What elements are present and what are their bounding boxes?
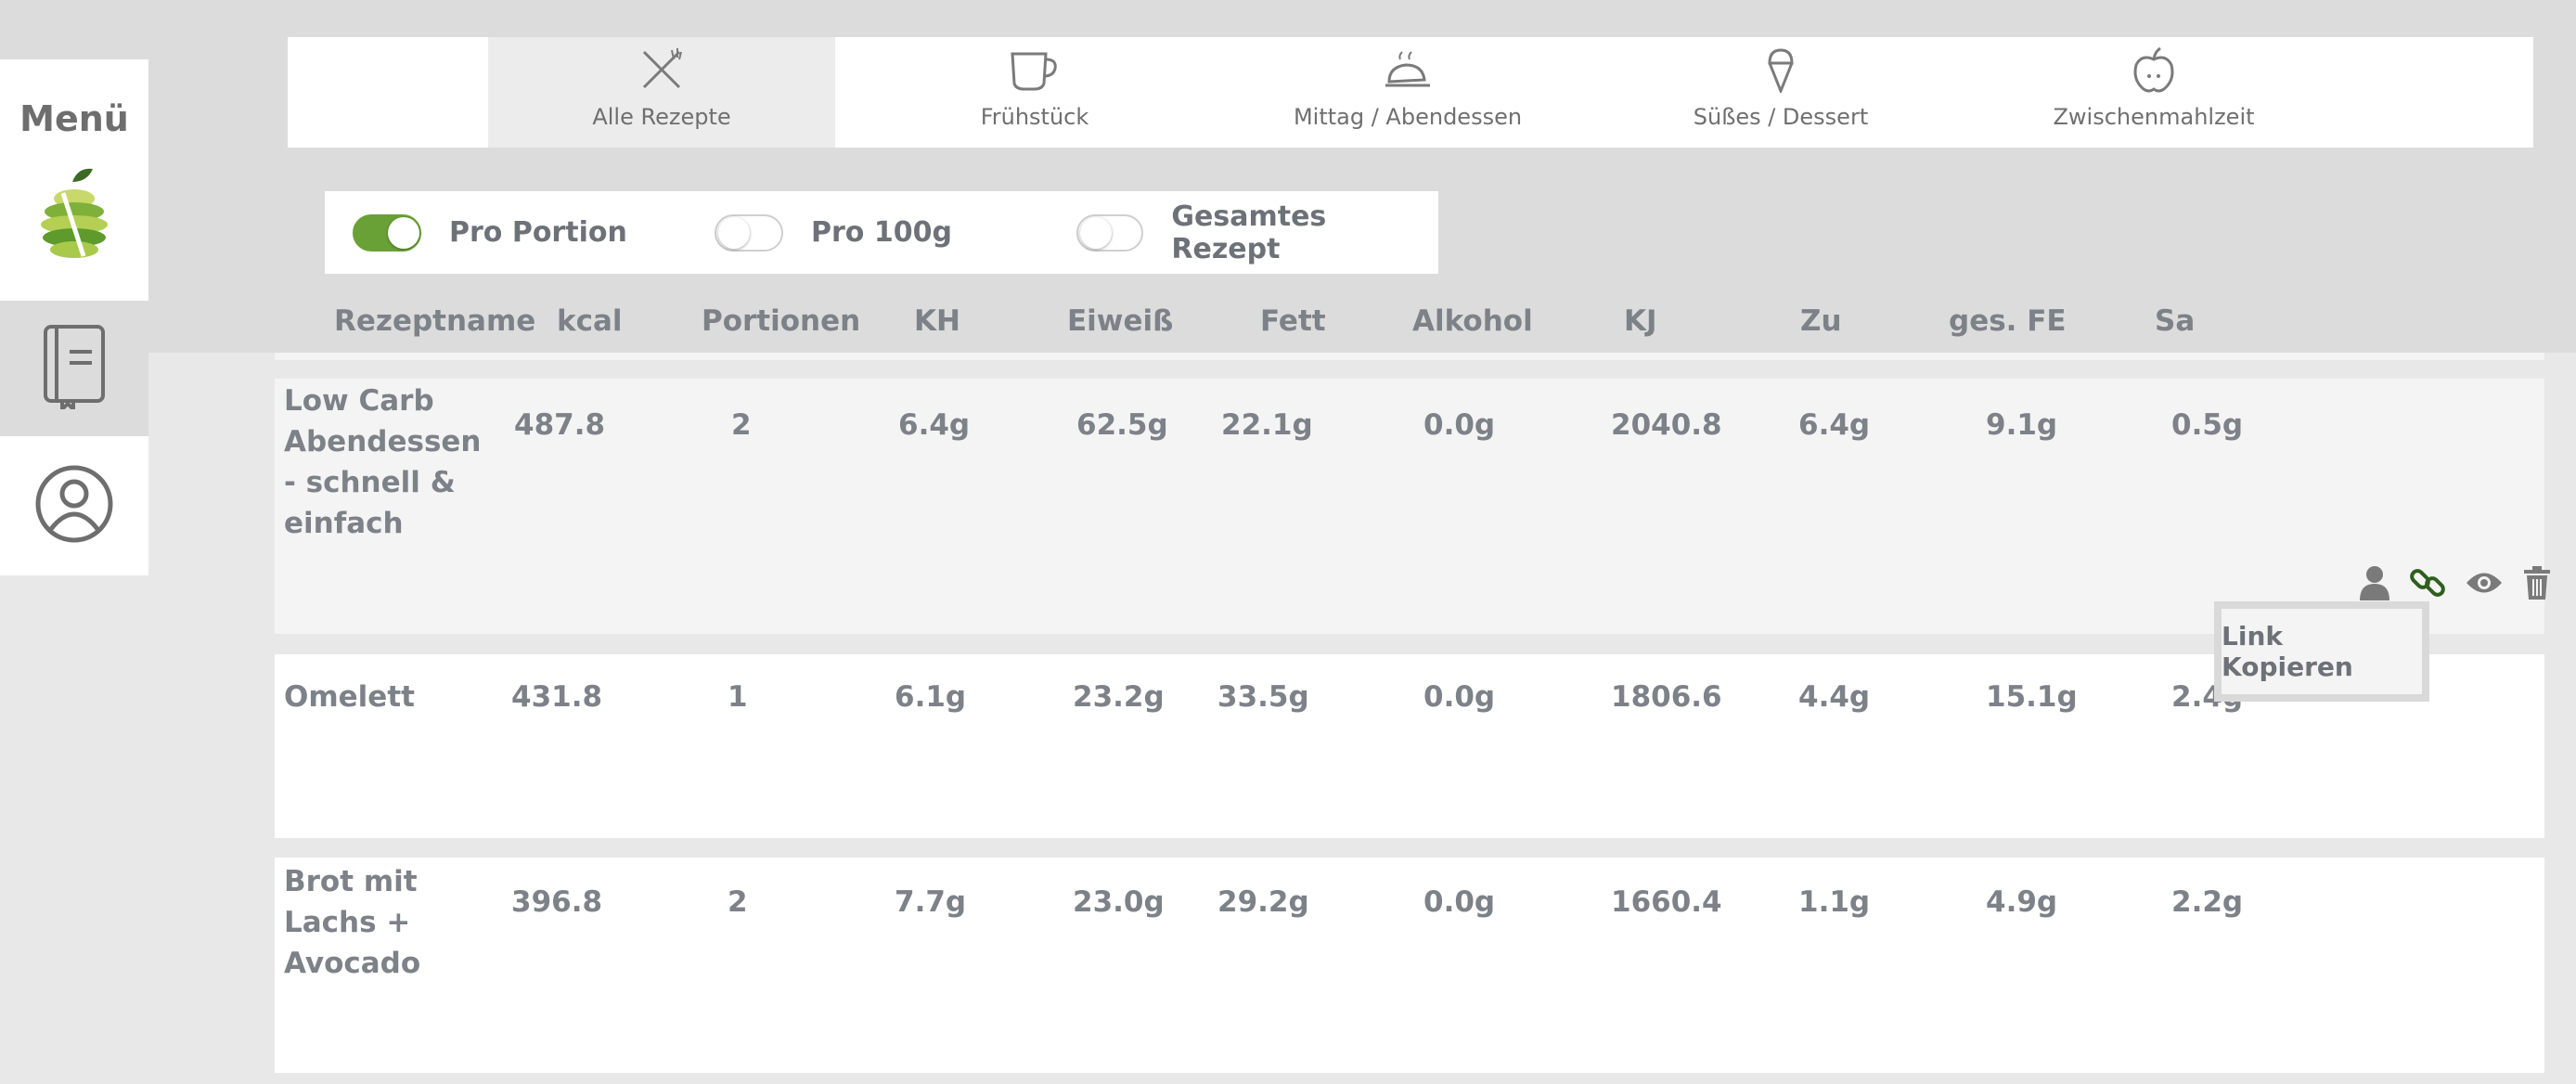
tab-label: Alle Rezepte [592,104,731,130]
column-header-portionen[interactable]: Portionen [702,304,860,338]
column-header-rezeptname[interactable]: Rezeptname [334,304,535,338]
table-row[interactable]: Low Carb Abendessen - schnell & einfach … [275,379,2550,634]
cell-kh: 6.1g [895,680,967,714]
menu-label: Menü [19,98,129,139]
column-header-kcal[interactable]: kcal [557,304,623,338]
recipe-name[interactable]: Brot mit Lachs + Avocado [284,861,470,984]
tab-zwischenmahlzeit[interactable]: Zwischenmahlzeit [1980,37,2327,148]
recipe-name[interactable]: Omelett [284,680,415,714]
column-header-alkohol[interactable]: Alkohol [1412,304,1533,338]
sidebar: Menü [0,59,148,575]
eye-icon[interactable] [2465,569,2504,597]
cell-kh: 6.4g [898,408,971,442]
switch-pro-portion[interactable] [353,213,421,252]
table-row[interactable]: Brot mit Lachs + Avocado 396.8 2 7.7g 23… [275,858,2544,1073]
apple-logo-icon [37,163,111,269]
tab-mittag-abendessen[interactable]: Mittag / Abendessen [1234,37,1581,148]
tooltip-text: Link Kopieren [2222,621,2353,682]
cell-alkohol: 0.0g [1423,885,1496,919]
switch-gesamtes-rezept[interactable] [1076,213,1144,252]
recipe-name[interactable]: Low Carb Abendessen - schnell & einfach [284,381,482,544]
column-header-kj[interactable]: KJ [1624,304,1657,338]
table-row[interactable]: Omelett 431.8 1 6.1g 23.2g 33.5g 0.0g 18… [275,654,2544,838]
roast-chicken-icon [1382,46,1434,93]
cell-portionen: 1 [728,680,748,714]
toggle-label: Pro 100g [811,216,952,249]
cell-kcal: 431.8 [511,680,603,714]
sidebar-item-profile[interactable] [0,436,148,575]
cell-kj: 1806.6 [1611,680,1722,714]
cell-fett: 22.1g [1221,408,1313,442]
cell-eiweiss: 62.5g [1076,408,1168,442]
row-actions [2340,564,2552,601]
tab-alle-rezepte[interactable]: Alle Rezepte [488,37,835,148]
tab-label: Mittag / Abendessen [1293,104,1523,130]
link-copy-tooltip: Link Kopieren [2214,601,2429,702]
cell-kj: 1660.4 [1611,885,1722,919]
toggle-bar: Pro Portion Pro 100g Gesamtes Rezept [325,191,1438,274]
sidebar-item-recipes[interactable] [0,301,148,436]
coffee-cup-icon [1009,46,1061,93]
ice-cream-icon [1762,46,1799,96]
toggle-label: Gesamtes Rezept [1171,200,1327,265]
user-icon[interactable] [2359,565,2390,600]
cell-kcal: 396.8 [511,885,603,919]
cell-zu: 1.1g [1798,885,1871,919]
sidebar-menu[interactable]: Menü [0,59,148,301]
toggle-pro-100g[interactable]: Pro 100g [715,213,952,252]
tab-suesses-dessert[interactable]: Süßes / Dessert [1607,37,1954,148]
column-header-ges-fe[interactable]: ges. FE [1949,304,2067,338]
column-header-kh[interactable]: KH [914,304,960,338]
tab-label: Frühstück [980,104,1089,130]
toggle-pro-portion[interactable]: Pro Portion [353,213,627,252]
tab-label: Zwischenmahlzeit [2053,104,2255,130]
cell-portionen: 2 [731,408,752,442]
cell-alkohol: 0.0g [1423,680,1496,714]
cell-portionen: 2 [728,885,748,919]
cell-kcal: 487.8 [514,408,606,442]
cell-zu: 4.4g [1798,680,1871,714]
category-bar: Alle Rezepte Frühstück Mittag / Abendess… [288,37,2533,148]
cell-zu: 6.4g [1798,408,1871,442]
cell-fett: 29.2g [1217,885,1309,919]
utensils-icon [638,46,685,93]
toggle-gesamtes-rezept[interactable]: Gesamtes Rezept [1076,200,1438,265]
column-header-fett[interactable]: Fett [1260,304,1326,338]
column-header-zu[interactable]: Zu [1800,304,1842,338]
cell-sa: 2.2g [2171,885,2244,919]
switch-pro-100g[interactable] [715,213,783,252]
cell-fett: 33.5g [1217,680,1309,714]
trash-icon[interactable] [2522,565,2552,600]
cell-eiweiss: 23.0g [1073,885,1165,919]
cell-kj: 2040.8 [1611,408,1722,442]
user-profile-icon [34,464,114,548]
column-header-sa[interactable]: Sa [2155,304,2195,338]
cell-sa: 0.5g [2171,408,2244,442]
cell-kh: 7.7g [895,885,967,919]
cell-ges-fe: 15.1g [1986,680,2078,714]
header-divider [275,353,2544,360]
column-header-eiweiss[interactable]: Eiweiß [1067,304,1173,338]
cell-ges-fe: 4.9g [1986,885,2058,919]
link-icon[interactable] [2409,564,2446,601]
cell-alkohol: 0.0g [1423,408,1496,442]
category-spacer [288,37,488,148]
tab-label: Süßes / Dessert [1693,104,1869,130]
tab-fruehstueck[interactable]: Frühstück [861,37,1208,148]
cell-eiweiss: 23.2g [1073,680,1165,714]
toggle-label: Pro Portion [449,216,627,249]
recipe-book-icon [42,324,107,414]
apple-icon [2131,46,2177,93]
cell-ges-fe: 9.1g [1986,408,2058,442]
